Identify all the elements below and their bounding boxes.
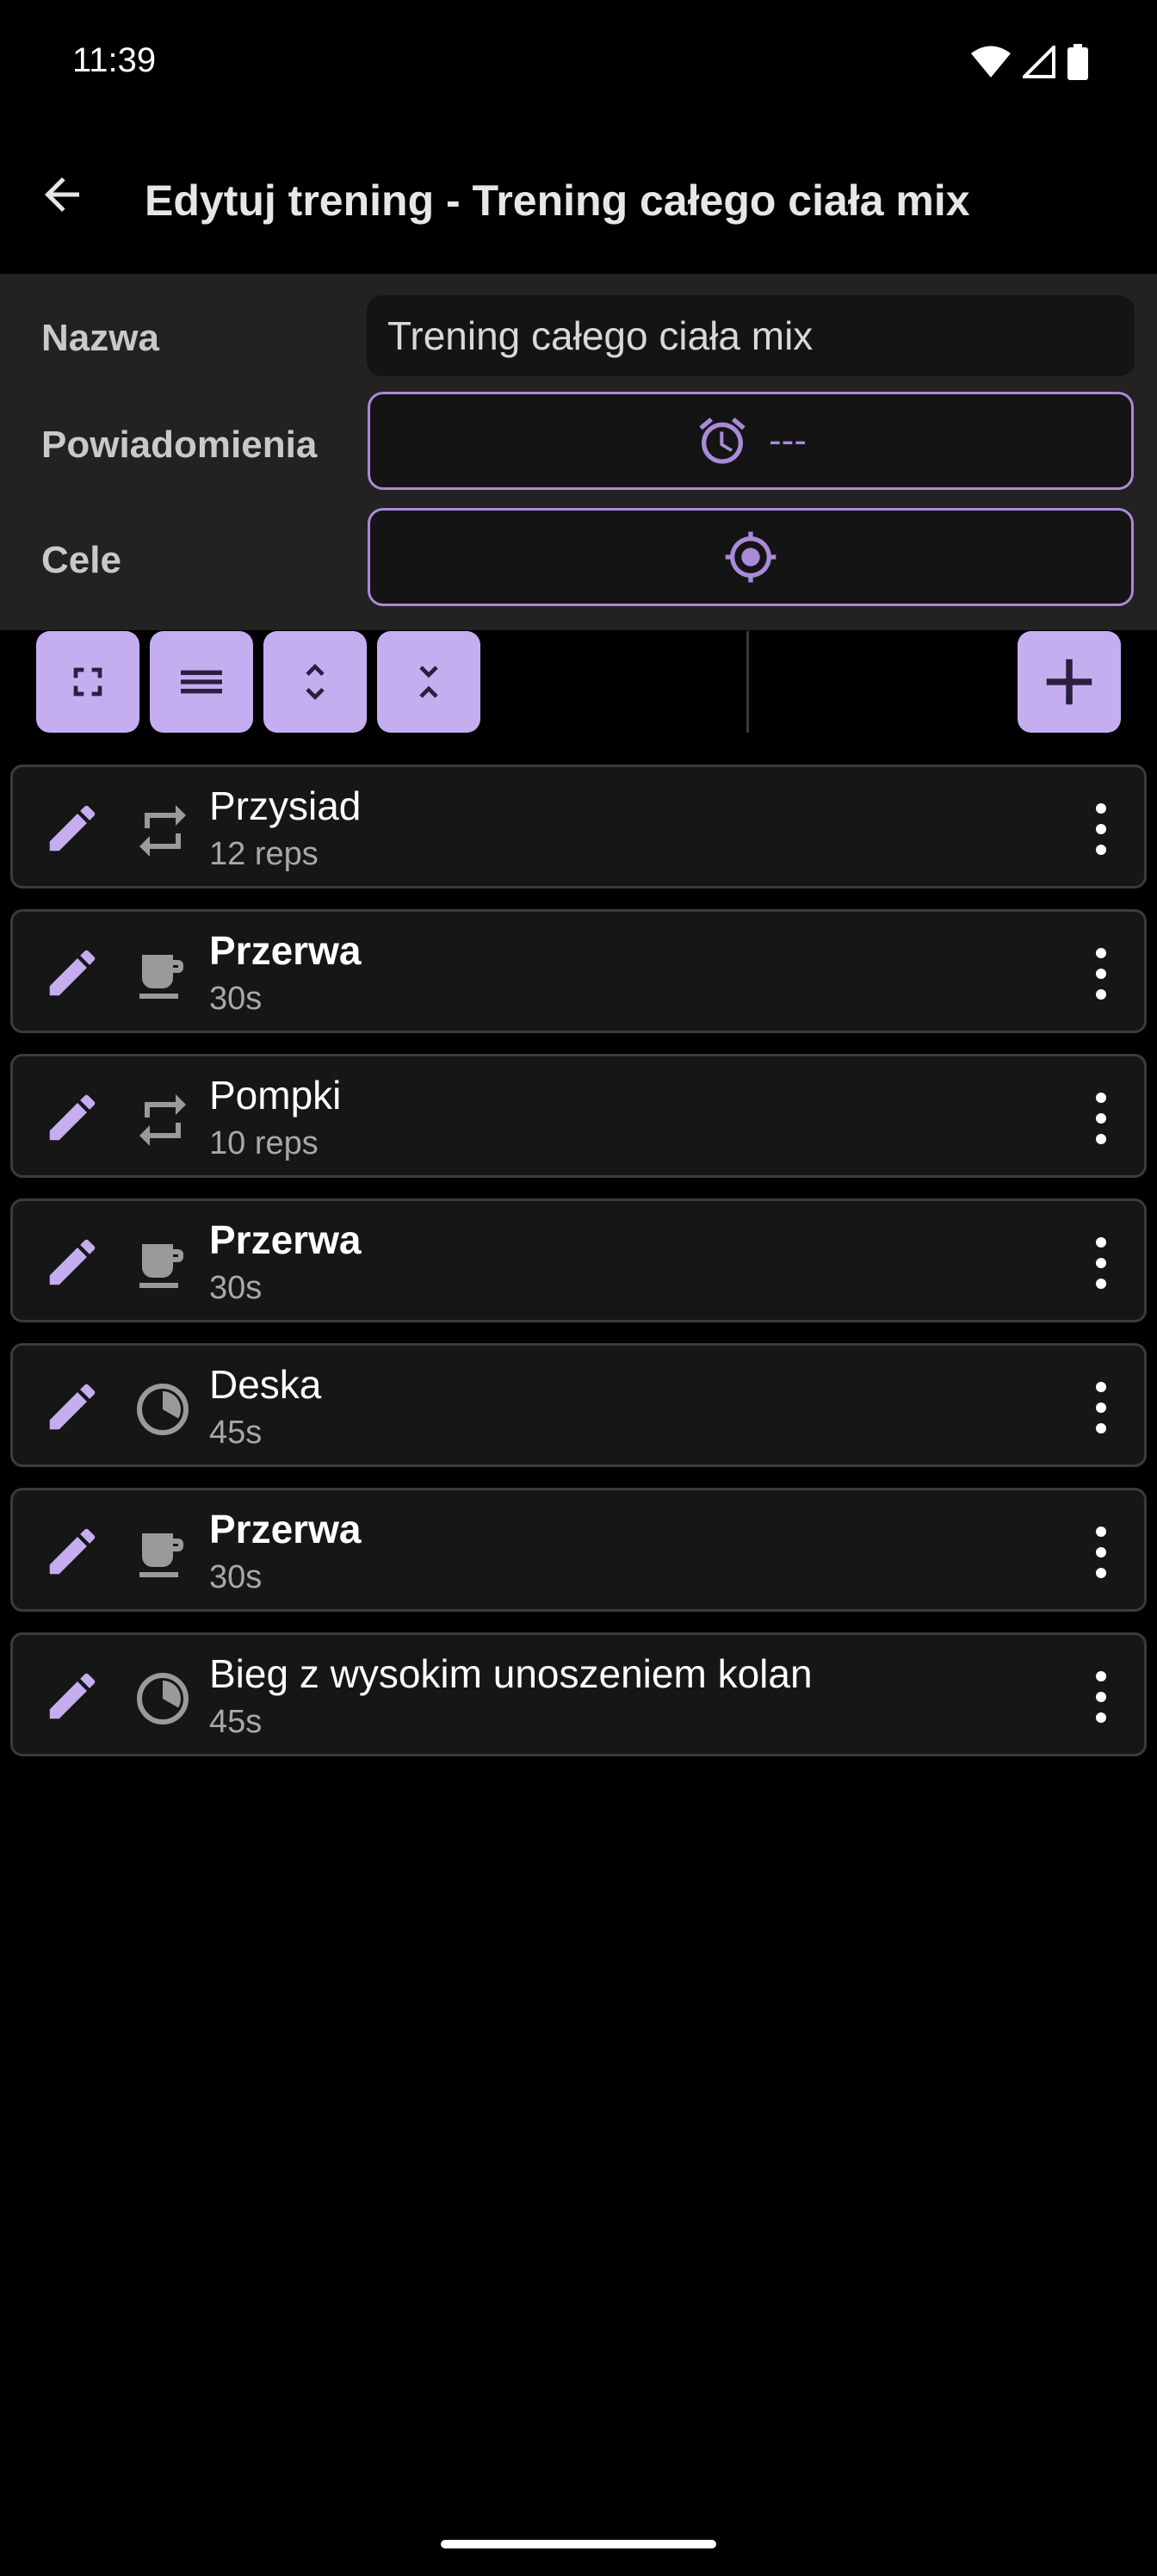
item-subtitle: 30s [209,981,263,1017]
more-options-icon[interactable] [1082,943,1120,1005]
page-title: Edytuj trening - Trening całego ciała mi… [145,176,970,225]
item-title: Przerwa [209,928,362,973]
name-label: Nazwa [41,317,159,359]
item-title: Przysiad [209,783,362,828]
item-title: Bieg z wysokim unoszeniem kolan [209,1651,813,1696]
toolbar-divider [746,631,749,733]
edit-icon[interactable] [42,943,102,1003]
repeat-icon [139,805,186,857]
item-subtitle: 30s [209,1559,263,1595]
goals-button[interactable] [368,508,1134,606]
item-subtitle: 45s [209,1415,263,1451]
item-subtitle: 10 reps [209,1125,319,1161]
menu-lines-icon [181,670,222,694]
list-item[interactable]: Pompki 10 reps [10,1054,1147,1178]
item-subtitle: 12 reps [209,836,319,872]
status-icons [971,43,1088,81]
edit-icon[interactable] [42,798,102,858]
item-title: Przerwa [209,1217,362,1262]
cup-icon [139,955,183,999]
back-button[interactable] [22,155,102,234]
fullscreen-button[interactable] [36,631,139,733]
status-time: 11:39 [72,41,157,79]
list-item[interactable]: Bieg z wysokim unoszeniem kolan 45s [10,1632,1147,1756]
cup-icon [139,1533,183,1577]
repeat-icon [139,1094,186,1146]
alarm-icon [699,417,746,464]
more-options-icon[interactable] [1082,1232,1120,1294]
edit-icon[interactable] [42,1377,102,1437]
list-item[interactable]: Deska 45s [10,1343,1147,1467]
signal-icon [1023,46,1055,78]
list-view-button[interactable] [150,631,253,733]
fullscreen-icon [73,667,102,697]
expand-all-button[interactable] [263,631,367,733]
item-title: Pompki [209,1073,342,1118]
more-options-icon[interactable] [1082,798,1120,860]
item-subtitle: 30s [209,1270,263,1306]
list-item[interactable]: Przerwa 30s [10,909,1147,1033]
item-title: Deska [209,1362,322,1407]
wifi-icon [971,46,1011,77]
collapse-all-button[interactable] [377,631,480,733]
notifications-button[interactable]: --- [368,392,1134,490]
timer-icon [137,1673,189,1725]
edit-icon[interactable] [42,1666,102,1726]
list-item[interactable]: Przysiad 12 reps [10,765,1147,889]
battery-icon [1067,44,1088,80]
notifications-value: --- [769,419,807,461]
name-field[interactable]: Trening całego ciała mix [367,295,1135,376]
list-item[interactable]: Przerwa 30s [10,1198,1147,1322]
more-options-icon[interactable] [1082,1666,1120,1728]
list-item[interactable]: Przerwa 30s [10,1488,1147,1612]
target-icon [725,531,776,583]
plus-icon [1046,659,1092,705]
goals-label: Cele [41,539,121,581]
home-indicator[interactable] [441,2540,716,2548]
unfold-less-icon [419,666,438,698]
add-exercise-button[interactable] [1018,631,1121,733]
more-options-icon[interactable] [1082,1377,1120,1439]
timer-icon [137,1384,189,1435]
item-title: Przerwa [209,1507,362,1551]
more-options-icon[interactable] [1082,1087,1120,1149]
cup-icon [139,1244,183,1288]
arrow-back-icon [45,177,79,212]
more-options-icon[interactable] [1082,1521,1120,1583]
item-subtitle: 45s [209,1704,263,1740]
notifications-label: Powiadomienia [41,424,318,466]
edit-icon[interactable] [42,1087,102,1148]
unfold-more-icon [306,664,325,700]
edit-icon[interactable] [42,1232,102,1292]
edit-icon[interactable] [42,1521,102,1582]
